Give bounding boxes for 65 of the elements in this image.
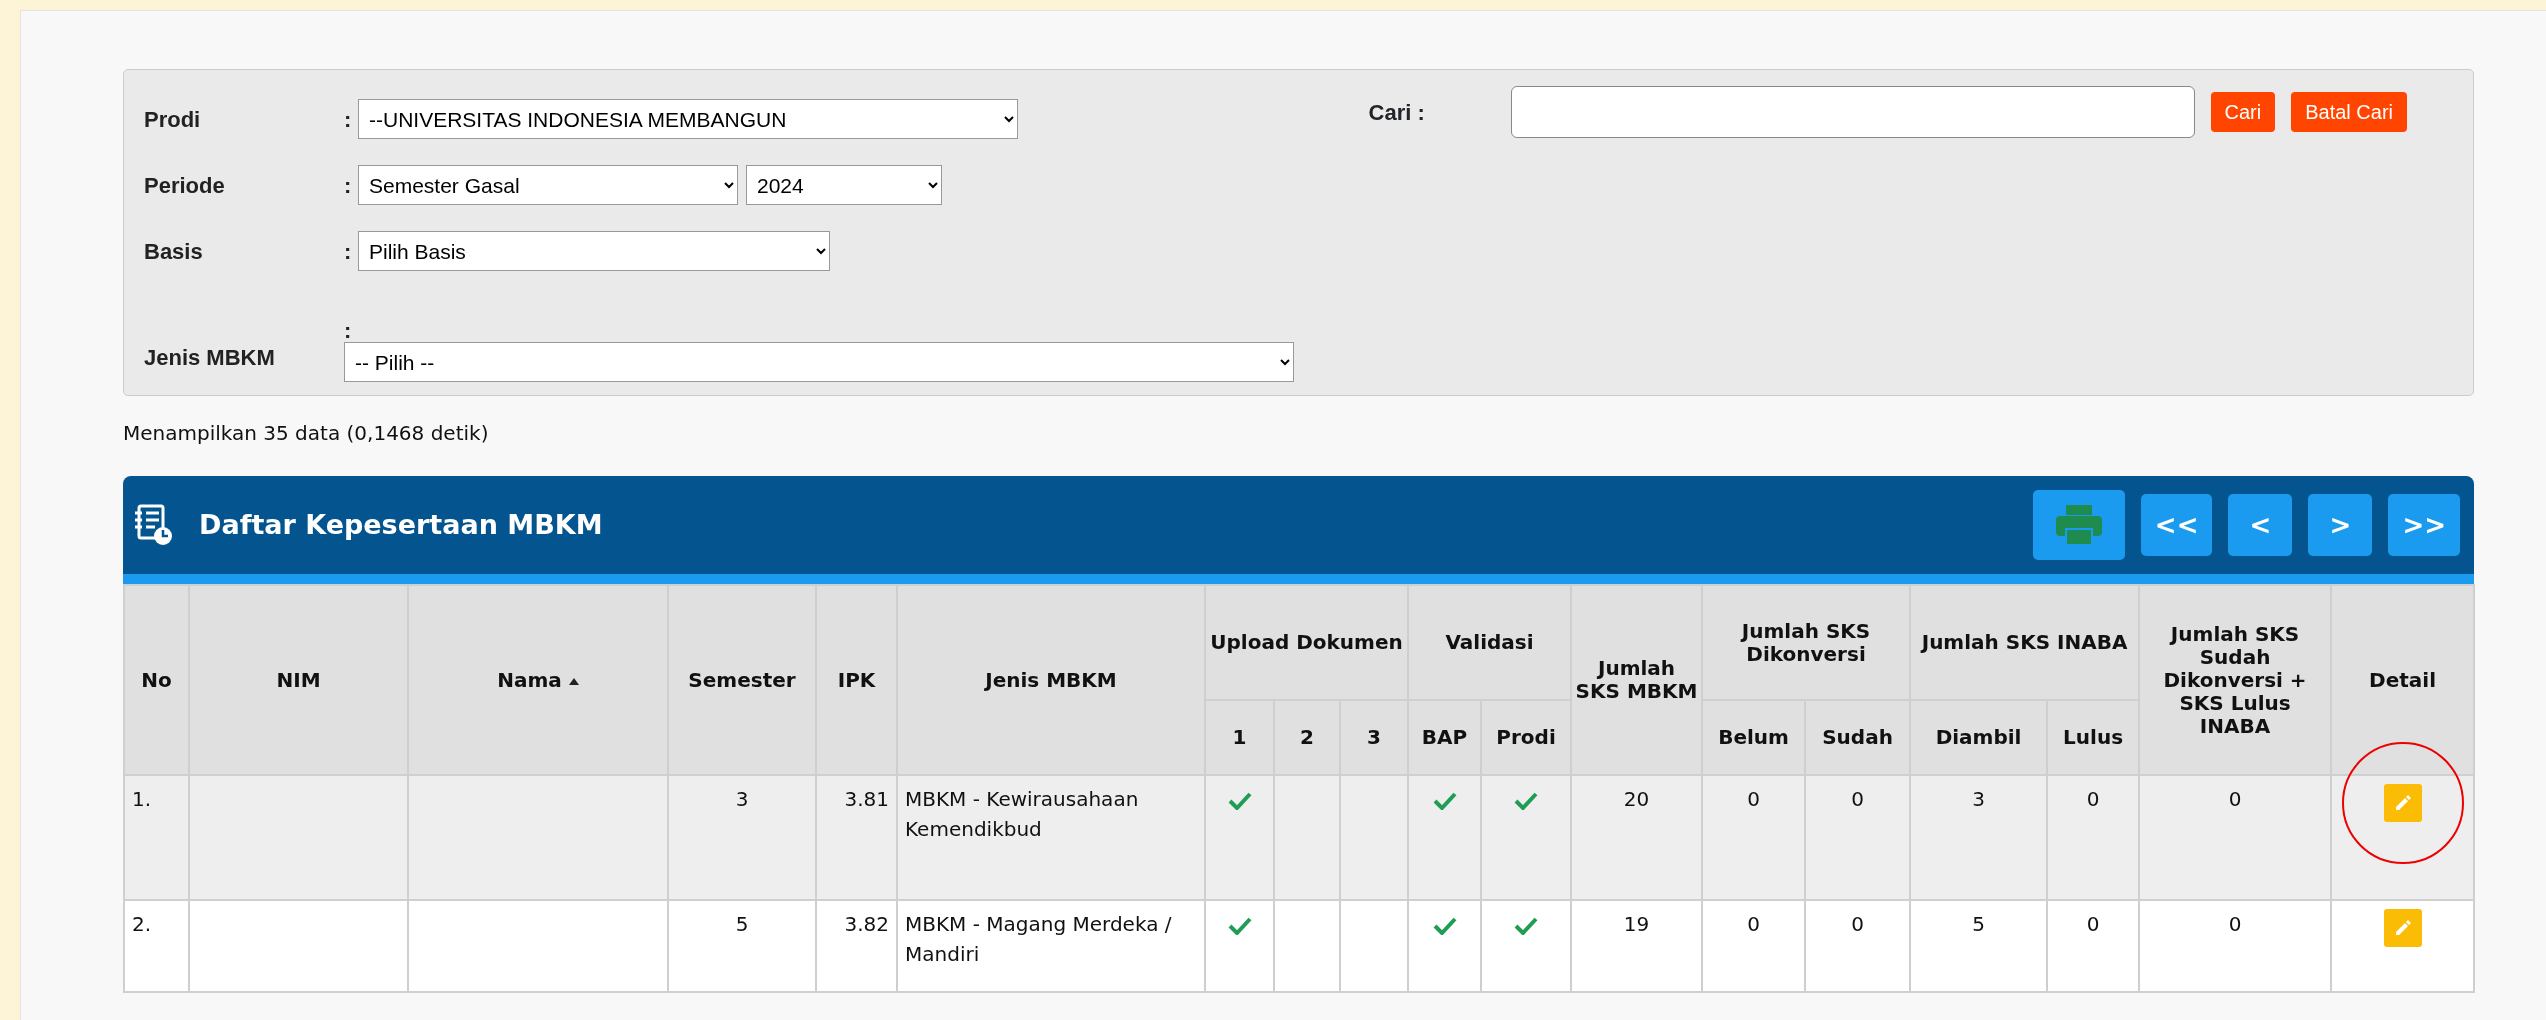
column-header: NIM	[189, 585, 408, 775]
column-header: Prodi	[1481, 700, 1572, 775]
table-cell: MBKM - Kewirausahaan Kemendikbud	[897, 775, 1205, 900]
table-cell: 5	[1910, 900, 2048, 992]
table-cell: 3	[668, 775, 816, 900]
column-header: 2	[1274, 700, 1340, 775]
result-count-text: Menampilkan 35 data (0,1468 detik)	[123, 420, 490, 447]
dropdown[interactable]: 2024	[746, 165, 942, 205]
column-header: Detail	[2331, 585, 2475, 775]
search-label: Cari :	[1368, 98, 1426, 127]
field-label: Basis	[144, 237, 204, 266]
edit-button[interactable]	[2383, 909, 2422, 947]
column-header: Jumlah SKS Sudah Dikonversi + SKS Lulus INABA	[2139, 585, 2332, 775]
column-header: Upload Dokumen	[1205, 585, 1408, 700]
dropdown[interactable]: --UNIVERSITAS INDONESIA MEMBANGUN	[358, 99, 1018, 139]
column-header: Diambil	[1910, 700, 2048, 775]
dropdown[interactable]: Pilih Basis	[358, 231, 830, 271]
table-cell: 3	[1910, 775, 2048, 900]
print-button[interactable]	[2032, 490, 2125, 560]
table-cell: 0	[2139, 900, 2332, 992]
list-clock-icon	[133, 504, 173, 546]
table-cell: 3.82	[816, 900, 897, 992]
table-cell: 0	[2047, 900, 2140, 992]
table-cell: 3.81	[816, 775, 897, 900]
sort-asc-icon	[568, 677, 579, 685]
search-field[interactable]	[1510, 86, 2195, 138]
table-cell: 2.	[124, 900, 189, 992]
column-header: Validasi	[1408, 585, 1572, 700]
column-header: Jumlah SKS INABA	[1910, 585, 2140, 700]
column-header: Jumlah SKS Dikonversi	[1702, 585, 1911, 700]
column-header: 1	[1205, 700, 1274, 775]
table-cell: 0	[2047, 775, 2140, 900]
field-label: Jenis MBKM	[144, 344, 276, 372]
colon-text: :	[344, 171, 353, 200]
table-title: Daftar Kepesertaan MBKM	[199, 507, 603, 542]
table-cell: 0	[2139, 775, 2332, 900]
column-header: No	[124, 585, 189, 775]
column-header: Lulus	[2047, 700, 2140, 775]
colon-text: :	[344, 237, 353, 266]
dropdown[interactable]: -- Pilih --	[344, 342, 1294, 382]
table-cell: 0	[1702, 900, 1806, 992]
dropdown[interactable]: Semester Gasal	[358, 165, 738, 205]
column-header: Jenis MBKM	[897, 585, 1205, 775]
printer-icon	[2053, 503, 2104, 547]
column-header[interactable]: Nama	[408, 585, 668, 775]
colon-text: :	[344, 105, 353, 134]
table-cell: 20	[1571, 775, 1703, 900]
table-cell: 1.	[124, 775, 189, 900]
column-header: Sudah	[1805, 700, 1911, 775]
table-cell: 19	[1571, 900, 1703, 992]
table-cell: 5	[668, 900, 816, 992]
column-header: Jumlah SKS MBKM	[1571, 585, 1703, 775]
column-header: BAP	[1408, 700, 1481, 775]
field-label: Periode	[144, 171, 226, 200]
column-header: IPK	[816, 585, 897, 775]
table-cell: MBKM - Magang Merdeka / Mandiri	[897, 900, 1205, 992]
edit-button[interactable]	[2383, 784, 2422, 822]
column-header: Belum	[1702, 700, 1806, 775]
column-header: 3	[1340, 700, 1408, 775]
table-cell: 0	[1805, 900, 1911, 992]
column-header: Semester	[668, 585, 816, 775]
field-label: Prodi	[144, 105, 202, 134]
colon-text: :	[344, 320, 353, 342]
table-cell: 0	[1702, 775, 1806, 900]
table-cell: 0	[1805, 775, 1911, 900]
